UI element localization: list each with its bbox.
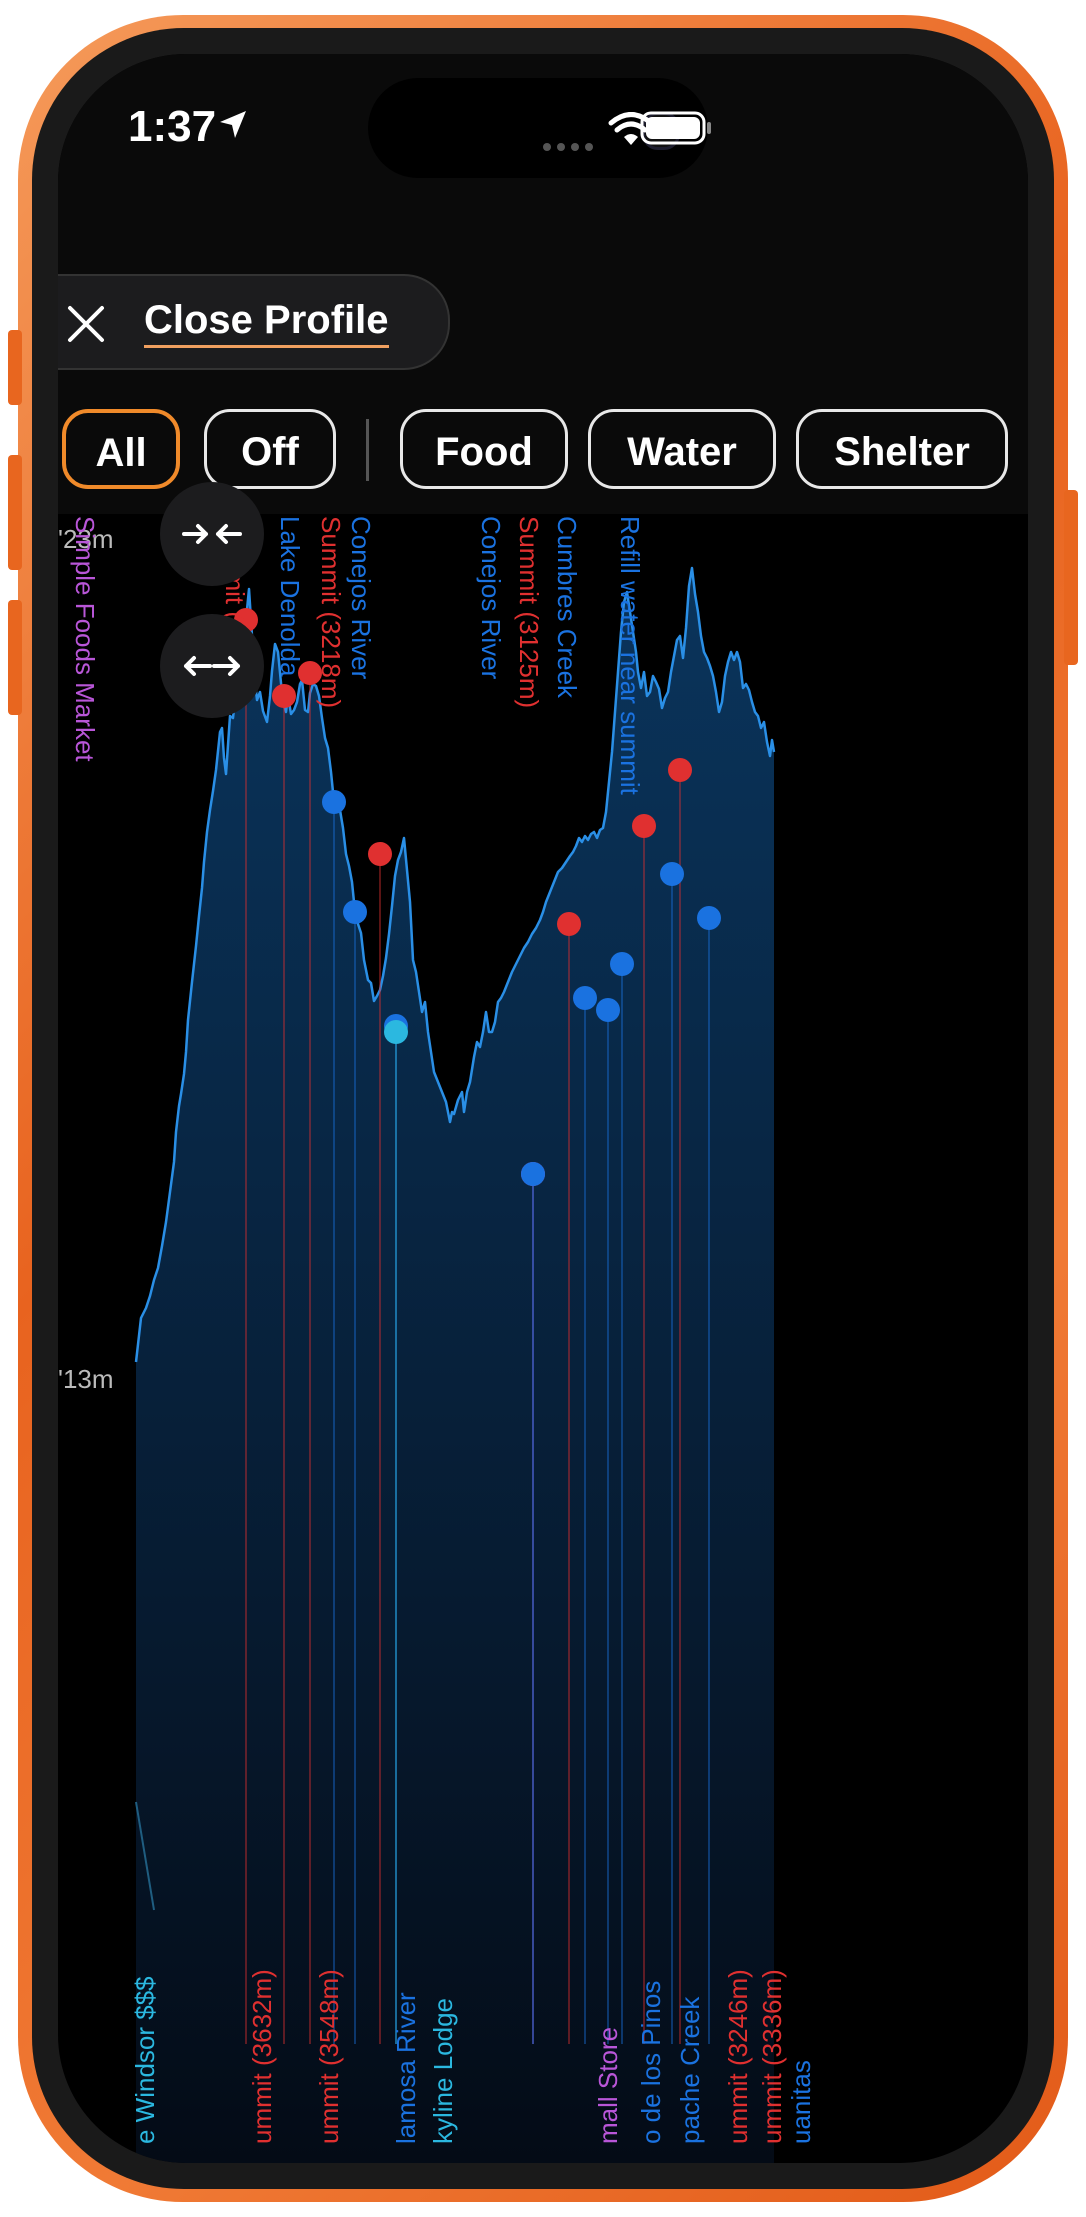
waypoint-marker <box>668 758 692 782</box>
waypoint-label-bottom: ummit (3246m) <box>723 1969 753 2144</box>
filter-chip-water[interactable]: Water <box>588 409 776 489</box>
close-profile-label: Close Profile <box>144 298 389 348</box>
waypoint-label-bottom: ummit (3336m) <box>757 1969 787 2144</box>
waypoint-label-top: Simple Foods Market <box>70 516 100 762</box>
more-dots-icon <box>543 143 593 151</box>
waypoint-label-bottom: pache Creek <box>675 1996 705 2144</box>
elevation-area <box>136 568 774 2163</box>
waypoint-marker <box>368 842 392 866</box>
waypoint-label-top: Conejos River <box>476 516 506 680</box>
waypoint-label-bottom: mall Store <box>593 2027 623 2144</box>
waypoint-label-top: Summit (3218m) <box>316 516 346 708</box>
filter-chip-all[interactable]: All <box>62 409 180 489</box>
waypoint-label-bottom: lamosa River <box>391 1992 421 2144</box>
battery-icon <box>640 111 711 145</box>
waypoint-label-bottom: e Windsor $$$ <box>130 1976 160 2144</box>
filter-chip-food[interactable]: Food <box>400 409 568 489</box>
expand-button[interactable] <box>160 614 264 718</box>
waypoint-marker <box>610 952 634 976</box>
waypoint-marker <box>343 900 367 924</box>
waypoint-marker <box>660 862 684 886</box>
profile-header: Close Profile All Off Food Water Shelter <box>58 204 1028 514</box>
filter-divider <box>366 419 369 481</box>
compress-button[interactable] <box>160 482 264 586</box>
filter-chip-shelter[interactable]: Shelter <box>796 409 1008 489</box>
waypoint-marker <box>557 912 581 936</box>
location-arrow-icon <box>220 111 246 138</box>
waypoint-marker <box>573 986 597 1010</box>
waypoint-label-bottom: uanitas <box>786 2060 816 2144</box>
waypoint-label-bottom: ummit (3548m) <box>314 1969 344 2144</box>
compress-arrows-icon <box>182 524 242 544</box>
waypoint-label-top: Conejos River <box>346 516 376 680</box>
volume-down-button <box>8 600 22 715</box>
waypoint-label-top: Summit (3125m) <box>514 516 544 708</box>
waypoint-marker <box>632 814 656 838</box>
waypoint-marker <box>697 906 721 930</box>
elevation-chart[interactable]: '23m '13m Simple Foods Market Summit (351… <box>58 514 1028 2163</box>
waypoint-label-top: Refill water near summit <box>615 516 645 796</box>
status-bar: 1:37 <box>58 54 1028 204</box>
waypoint-marker <box>322 790 346 814</box>
waypoint-label-bottom: o de los Pinos <box>636 1981 666 2144</box>
waypoint-marker <box>272 684 296 708</box>
waypoint-label-top: Lake Denolda <box>275 516 305 677</box>
close-profile-button[interactable]: Close Profile <box>58 274 450 370</box>
waypoint-marker <box>521 1162 545 1186</box>
filter-chip-off[interactable]: Off <box>204 409 336 489</box>
power-button <box>1064 490 1078 665</box>
elevation-profile-svg: Simple Foods Market Summit (3511m) Lake De… <box>70 516 816 2163</box>
screen: 1:37 Close Profile All Off Food Water Sh… <box>58 54 1028 2163</box>
waypoint-marker <box>596 998 620 1022</box>
close-icon <box>68 306 104 342</box>
waypoint-marker <box>384 1020 408 1044</box>
action-button <box>8 330 22 405</box>
expand-arrows-icon <box>184 656 240 676</box>
status-time: 1:37 <box>128 102 217 151</box>
waypoint-label-top: Cumbres Creek <box>552 516 582 699</box>
volume-up-button <box>8 455 22 570</box>
waypoint-label-bottom: kyline Lodge <box>428 1998 458 2144</box>
waypoint-label-bottom: ummit (3632m) <box>247 1969 277 2144</box>
